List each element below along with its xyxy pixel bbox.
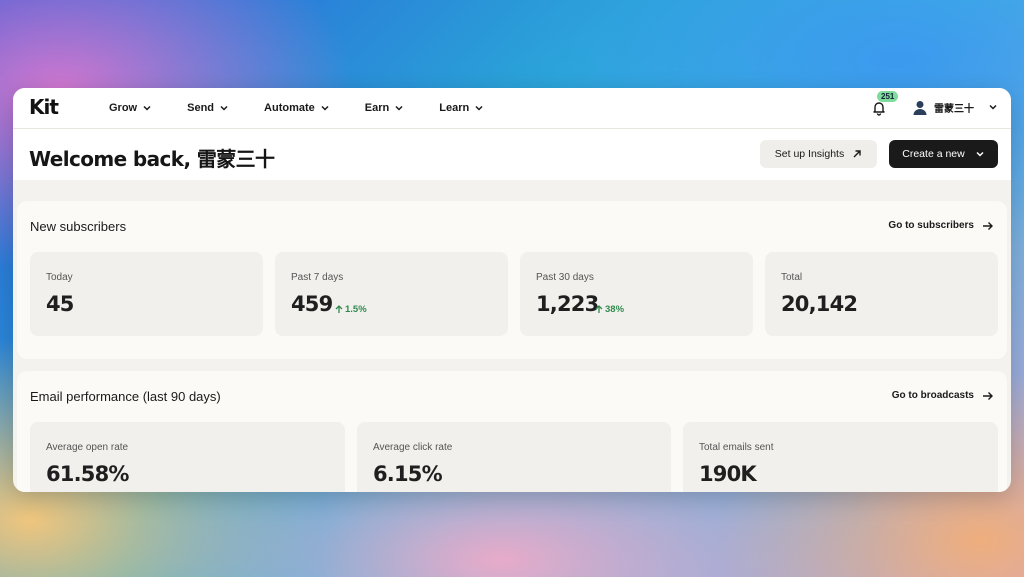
stat-label: Total xyxy=(781,272,803,283)
stat-card-total: Total 20,142 xyxy=(765,252,998,336)
bell-icon xyxy=(873,102,885,116)
nav-item-label: Learn xyxy=(439,102,470,114)
section-title: New subscribers xyxy=(30,219,127,234)
stat-value: 45 xyxy=(46,292,74,316)
set-up-insights-button[interactable]: Set up Insights xyxy=(760,140,877,168)
stat-card-past-30-days: Past 30 days 1,223 38% xyxy=(520,252,753,336)
chevron-down-icon xyxy=(976,151,984,157)
stat-label: Average click rate xyxy=(373,442,453,453)
stat-value: 1,223 xyxy=(536,292,599,316)
stat-label: Past 7 days xyxy=(291,272,344,283)
nav-item-learn[interactable]: Learn xyxy=(439,102,484,114)
chevron-down-icon xyxy=(143,105,151,111)
nav-menu: Grow Send Automate Earn Learn xyxy=(109,88,519,128)
stat-value: 6.15% xyxy=(373,462,443,486)
nav-item-label: Send xyxy=(187,102,215,114)
arrow-up-icon xyxy=(335,305,343,313)
arrow-right-icon xyxy=(983,391,993,400)
link-label: Go to broadcasts xyxy=(891,390,974,401)
go-to-subscribers-link[interactable]: Go to subscribers xyxy=(888,220,994,231)
email-performance-section: Email performance (last 90 days) Go to b… xyxy=(17,371,1007,492)
kit-logo[interactable]: Kit xyxy=(29,95,59,119)
delta-value: 38% xyxy=(605,304,625,315)
stat-value: 190K xyxy=(699,462,757,486)
notification-count-badge: 251 xyxy=(877,91,899,102)
nav-item-send[interactable]: Send xyxy=(187,102,229,114)
chevron-down-icon xyxy=(989,104,997,110)
arrow-up-icon xyxy=(595,305,603,313)
new-subscribers-section: New subscribers Go to subscribers Today … xyxy=(17,201,1007,359)
nav-item-label: Grow xyxy=(109,102,138,114)
nav-item-label: Earn xyxy=(364,102,390,114)
link-label: Go to subscribers xyxy=(888,220,974,231)
stat-value: 61.58% xyxy=(46,462,129,486)
stat-value: 20,142 xyxy=(781,292,858,316)
avatar xyxy=(913,101,927,115)
stat-card-past-7-days: Past 7 days 459 1.5% xyxy=(275,252,508,336)
arrow-up-right-icon xyxy=(853,150,861,158)
go-to-broadcasts-link[interactable]: Go to broadcasts xyxy=(892,390,994,401)
stat-card-click-rate: Average click rate 6.15% xyxy=(357,422,671,492)
nav-item-earn[interactable]: Earn xyxy=(365,102,404,114)
button-label: Set up Insights xyxy=(774,148,845,160)
app-window: Kit Grow Send Automate Earn Learn 251 雷蒙… xyxy=(13,88,1011,492)
chevron-down-icon xyxy=(475,105,483,111)
page-title: Welcome back, 雷蒙三十 xyxy=(29,147,275,171)
user-name: 雷蒙三十 xyxy=(934,103,974,115)
stat-card-today: Today 45 xyxy=(30,252,263,336)
create-a-new-button[interactable]: Create a new xyxy=(889,140,998,168)
stat-card-total-emails-sent: Total emails sent 190K xyxy=(683,422,998,492)
growth-delta: 38% xyxy=(595,304,624,315)
delta-value: 1.5% xyxy=(345,304,367,315)
arrow-right-icon xyxy=(983,221,993,230)
button-label: Create a new xyxy=(902,148,965,160)
nav-item-automate[interactable]: Automate xyxy=(264,102,330,114)
chevron-down-icon xyxy=(321,105,329,111)
notifications-button[interactable] xyxy=(871,100,889,118)
growth-delta: 1.5% xyxy=(335,304,367,315)
stat-label: Today xyxy=(46,272,73,283)
nav-item-grow[interactable]: Grow xyxy=(109,102,152,114)
top-navigation: Kit Grow Send Automate Earn Learn 251 雷蒙… xyxy=(13,88,1011,129)
stat-card-open-rate: Average open rate 61.58% xyxy=(30,422,345,492)
section-title: Email performance (last 90 days) xyxy=(30,389,221,404)
stat-label: Total emails sent xyxy=(699,442,774,453)
page-header: Welcome back, 雷蒙三十 Set up Insights Creat… xyxy=(13,129,1011,180)
chevron-down-icon xyxy=(395,105,403,111)
user-menu[interactable]: 雷蒙三十 xyxy=(912,99,998,115)
nav-item-label: Automate xyxy=(264,102,315,114)
stat-label: Average open rate xyxy=(46,442,129,453)
stat-label: Past 30 days xyxy=(536,272,594,283)
chevron-down-icon xyxy=(220,105,228,111)
stat-value: 459 xyxy=(291,292,333,316)
